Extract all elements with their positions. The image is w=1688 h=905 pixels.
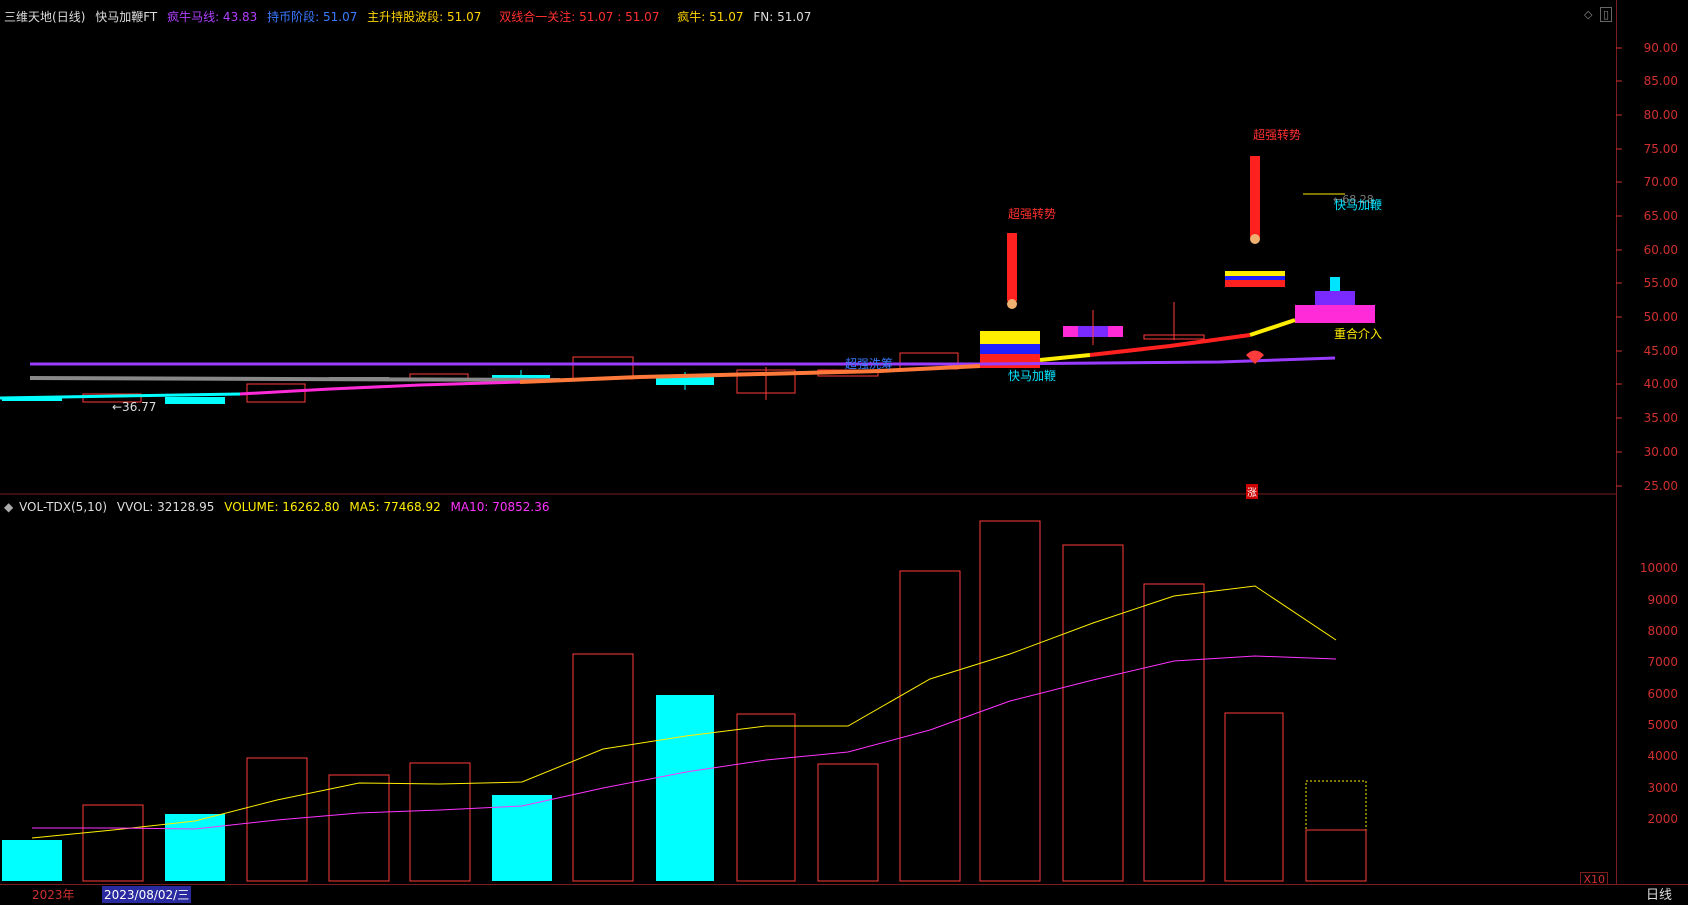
price-volume-canvas [0, 47, 1622, 882]
super-trend-label-1: 超强转势 [1008, 207, 1057, 221]
candle [1250, 156, 1260, 238]
volume-bar [1305, 829, 1367, 882]
volume-bar [2, 840, 62, 881]
volume-bar [656, 695, 714, 881]
period-button[interactable]: 日线 [1646, 884, 1672, 903]
gray-line [29, 376, 561, 382]
price-marker-label: ←68.28 [1333, 193, 1374, 206]
price-tick: 45.00 [1643, 344, 1678, 358]
super-wash-label: 超强洗筹 [845, 357, 894, 371]
price-tick: 65.00 [1643, 209, 1678, 223]
candle [980, 344, 1040, 354]
red-line [1089, 333, 1251, 357]
volume-bar [1143, 583, 1205, 882]
indicator-lines [0, 193, 1345, 400]
volume-header: ◆ VOL-TDX(5,10) VVOL: 32128.95 VOLUME: 1… [4, 500, 556, 514]
time-axis-bar: 2023年 2023/08/02/三 日线 [0, 884, 1688, 905]
candle [1330, 277, 1340, 291]
price-tick: 25.00 [1643, 479, 1678, 493]
price-tick: 75.00 [1643, 142, 1678, 156]
volume-indicator-name[interactable]: VOL-TDX(5,10) [19, 500, 107, 514]
current-date-label[interactable]: 2023/08/02/三 [102, 886, 192, 903]
price-tick: 70.00 [1643, 175, 1678, 189]
volume-tick: 8000 [1647, 624, 1678, 638]
volume-bar [1062, 544, 1124, 882]
volume-indicator-icon[interactable]: ◆ [4, 500, 13, 514]
volume-tick: 4000 [1647, 749, 1678, 763]
price-tick: 90.00 [1643, 41, 1678, 55]
candle [1007, 233, 1017, 301]
volume-bar [409, 762, 471, 882]
yellow-line [1249, 318, 1296, 337]
volume-axis: 10000 9000 8000 7000 6000 5000 4000 3000… [1616, 494, 1688, 884]
candles [2, 156, 1375, 404]
volume-tick: 7000 [1647, 655, 1678, 669]
ma5-value: MA5: 77468.92 [349, 500, 441, 514]
hand-marker-icon [1250, 234, 1260, 244]
candle [980, 354, 1040, 368]
price-axis: 90.00 85.00 80.00 75.00 70.00 65.00 60.0… [1616, 0, 1688, 494]
vvol-value: VVOL: 32128.95 [116, 500, 215, 514]
volume-value: VOLUME: 16262.80 [224, 500, 340, 514]
candle [1225, 280, 1285, 287]
candle [165, 397, 225, 404]
volume-tick: 5000 [1647, 718, 1678, 732]
volume-bar [328, 774, 390, 882]
volume-tick: 3000 [1647, 781, 1678, 795]
price-tick: 55.00 [1643, 276, 1678, 290]
volume-tick: 6000 [1647, 687, 1678, 701]
price-tick: 40.00 [1643, 377, 1678, 391]
candle [1225, 271, 1285, 276]
volume-bar [492, 795, 552, 881]
zhang-badge: 涨 [1246, 484, 1258, 499]
super-trend-label-2: 超强转势 [1253, 128, 1302, 142]
volume-bar [817, 763, 879, 882]
volume-bar [1224, 712, 1284, 882]
volume-bar [572, 653, 634, 882]
volume-bar [899, 570, 961, 882]
candle [1315, 291, 1355, 305]
volume-tick: 10000 [1639, 561, 1678, 575]
price-tick: 35.00 [1643, 411, 1678, 425]
fast-horse-label-1: 快马加鞭 [1008, 369, 1057, 383]
volume-bar [82, 804, 144, 882]
price-tick: 85.00 [1643, 74, 1678, 88]
volume-bar [736, 713, 796, 882]
volume-bars [2, 520, 1367, 882]
overlap-entry-label: 重合介入 [1334, 327, 1383, 341]
price-tick: 50.00 [1643, 310, 1678, 324]
price-tick: 60.00 [1643, 243, 1678, 257]
ma10-value: MA10: 70852.36 [450, 500, 550, 514]
year-label: 2023年 [32, 888, 75, 902]
yellow-line [1039, 353, 1091, 362]
candle [1225, 276, 1285, 280]
orange-line [519, 364, 981, 384]
candle [1295, 305, 1375, 323]
volume-tick: 9000 [1647, 593, 1678, 607]
volume-bar [165, 814, 225, 881]
price-tick: 80.00 [1643, 108, 1678, 122]
candle [980, 331, 1040, 344]
volume-tick: 2000 [1647, 812, 1678, 826]
hand-marker-icon [1007, 299, 1017, 309]
volume-bar [1305, 780, 1367, 882]
price-tick: 30.00 [1643, 445, 1678, 459]
low-price-marker: ←36.77 [112, 400, 157, 414]
